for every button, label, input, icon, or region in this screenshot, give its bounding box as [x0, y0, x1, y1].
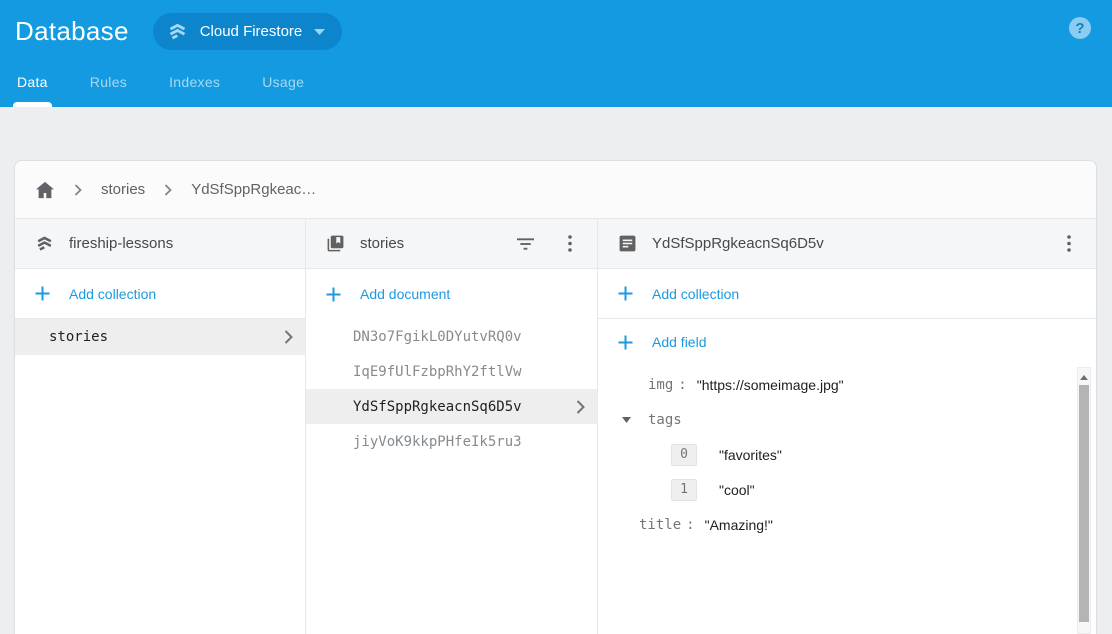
help-button[interactable]: ?: [1069, 17, 1091, 39]
product-selector[interactable]: Cloud Firestore: [153, 13, 343, 50]
app-bar: Database Cloud Firestore ? Data Rules: [0, 0, 1112, 107]
tab-bar: Data Rules Indexes Usage: [15, 74, 306, 107]
collapse-toggle-icon[interactable]: [619, 417, 633, 423]
tab-rules[interactable]: Rules: [88, 74, 129, 107]
chevron-right-icon: [164, 184, 172, 196]
add-icon: [326, 287, 341, 302]
add-collection-button[interactable]: Add collection: [15, 269, 305, 319]
array-index-badge: 1: [671, 479, 697, 501]
field-row-tags[interactable]: tags: [598, 402, 1096, 437]
document-column-header: YdSfSppRgkeacnSq6D5v: [598, 219, 1096, 269]
breadcrumb-collection[interactable]: stories: [101, 181, 145, 198]
chevron-right-icon: [576, 400, 585, 414]
filter-button[interactable]: [510, 229, 540, 259]
firestore-icon: [35, 234, 54, 253]
breadcrumb-document[interactable]: YdSfSppRgkeac…: [191, 181, 316, 198]
tab-usage[interactable]: Usage: [260, 74, 306, 107]
fields-scrollbar[interactable]: [1077, 367, 1091, 634]
panel-columns: fireship-lessons Add collection stories: [15, 219, 1096, 634]
document-row-selected[interactable]: YdSfSppRgkeacnSq6D5v: [306, 389, 597, 424]
collection-icon: [326, 234, 345, 253]
array-item-row[interactable]: 1 "cool": [598, 472, 1096, 507]
document-name: YdSfSppRgkeacnSq6D5v: [652, 235, 1039, 252]
array-item-row[interactable]: 0 "favorites": [598, 437, 1096, 472]
field-list: img: "https://someimage.jpg" tags 0 "fav…: [598, 365, 1096, 542]
field-value: "https://someimage.jpg": [697, 377, 844, 393]
add-icon: [618, 286, 633, 301]
field-row-img[interactable]: img: "https://someimage.jpg": [598, 367, 1096, 402]
field-row-title[interactable]: title: "Amazing!": [598, 507, 1096, 542]
page-title: Database: [15, 16, 129, 47]
collection-name: stories: [360, 235, 495, 252]
add-document-button[interactable]: Add document: [306, 269, 597, 319]
add-icon: [35, 286, 50, 301]
document-column: YdSfSppRgkeacnSq6D5v Add collection Add …: [598, 219, 1096, 634]
kebab-menu-icon[interactable]: [555, 229, 585, 259]
tab-indexes[interactable]: Indexes: [167, 74, 222, 107]
document-row[interactable]: IqE9fUlFzbpRhY2ftlVw: [306, 354, 597, 389]
database-name: fireship-lessons: [69, 235, 293, 252]
array-item-value: "cool": [719, 482, 755, 498]
home-icon[interactable]: [35, 181, 55, 199]
add-field-button[interactable]: Add field: [598, 319, 1096, 365]
add-icon: [618, 335, 633, 350]
chevron-right-icon: [284, 330, 293, 344]
document-row[interactable]: jiyVoK9kkpPHfeIk5ru3: [306, 424, 597, 459]
breadcrumb: stories YdSfSppRgkeac…: [15, 161, 1096, 219]
tab-data[interactable]: Data: [15, 74, 50, 107]
collection-column-header: stories: [306, 219, 597, 269]
array-item-value: "favorites": [719, 447, 782, 463]
firestore-icon: [167, 21, 188, 42]
document-icon: [618, 234, 637, 253]
chevron-right-icon: [74, 184, 82, 196]
scrollbar-thumb[interactable]: [1079, 385, 1089, 622]
field-value: "Amazing!": [705, 517, 773, 533]
root-column: fireship-lessons Add collection stories: [15, 219, 306, 634]
field-key: tags: [648, 412, 682, 428]
kebab-menu-icon[interactable]: [1054, 229, 1084, 259]
document-row[interactable]: DN3o7FgikL0DYutvRQ0v: [306, 319, 597, 354]
root-column-header: fireship-lessons: [15, 219, 305, 269]
help-icon: ?: [1075, 20, 1084, 37]
field-key: img: [648, 377, 673, 393]
add-subcollection-button[interactable]: Add collection: [598, 269, 1096, 319]
firestore-panel: stories YdSfSppRgkeac… fireship-lessons: [14, 160, 1097, 634]
field-key: title: [639, 517, 681, 533]
caret-down-icon: [314, 29, 325, 35]
product-selector-label: Cloud Firestore: [200, 23, 303, 40]
active-tab-indicator: [13, 102, 52, 107]
scroll-up-icon[interactable]: [1078, 371, 1090, 383]
array-index-badge: 0: [671, 444, 697, 466]
collection-column: stories Add document DN3o7FgikL0DYutvRQ0…: [306, 219, 598, 634]
collection-row-stories[interactable]: stories: [15, 319, 305, 355]
